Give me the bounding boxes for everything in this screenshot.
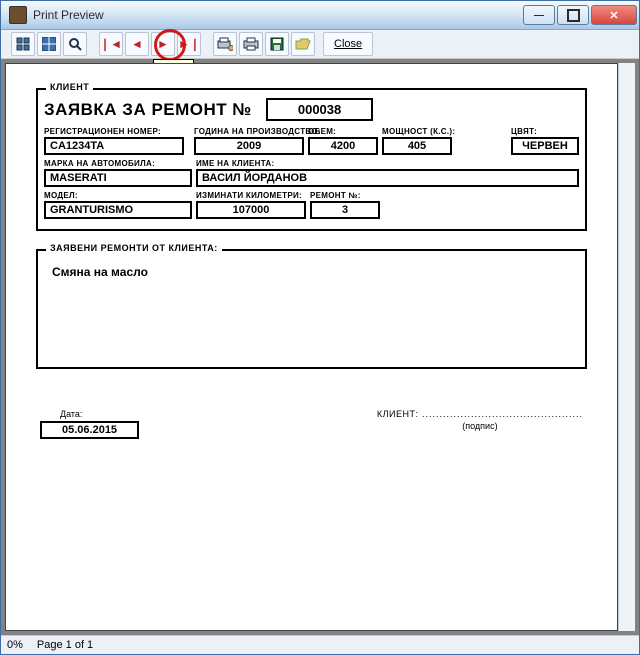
document-number: 000038 <box>266 98 373 121</box>
value-km: 107000 <box>196 201 306 219</box>
prev-page-button[interactable]: ◄ <box>125 32 149 56</box>
window-close-button[interactable] <box>591 5 637 25</box>
repairs-legend: ЗАЯВЕНИ РЕМОНТИ ОТ КЛИЕНТА: <box>46 243 222 253</box>
window-title: Print Preview <box>33 8 523 22</box>
label-owner: ИМЕ НА КЛИЕНТА: <box>196 159 579 168</box>
value-model: GRANTURISMO <box>44 201 192 219</box>
page-canvas[interactable]: КЛИЕНТ ЗАЯВКА ЗА РЕМОНТ № 000038 РЕГИСТР… <box>5 63 618 631</box>
value-make: MASERATI <box>44 169 192 187</box>
value-year: 2009 <box>194 137 304 155</box>
date-label: Дата: <box>60 409 82 419</box>
save-button[interactable] <box>265 32 289 56</box>
status-bar: 0% Page 1 of 1 <box>1 635 639 654</box>
label-reg: РЕГИСТРАЦИОНЕН НОМЕР: <box>44 127 184 136</box>
status-page: Page 1 of 1 <box>37 639 93 651</box>
status-progress: 0% <box>7 639 23 651</box>
repair-text: Смяна на масло <box>52 265 571 279</box>
document-title: ЗАЯВКА ЗА РЕМОНТ № <box>44 100 252 120</box>
value-owner: ВАСИЛ ЙОРДАНОВ <box>196 169 579 187</box>
signature-label: КЛИЕНТ: <box>377 409 419 419</box>
thumbnails-button[interactable] <box>11 32 35 56</box>
label-power: МОЩНОСТ (К.С.): <box>382 127 452 136</box>
label-repair-no: РЕМОНТ №: <box>310 191 380 200</box>
print-preview-window: Print Preview ❘◄ ◄ ► ►❘ <box>0 0 640 655</box>
value-volume: 4200 <box>308 137 378 155</box>
label-volume: ОБЕМ: <box>308 127 378 136</box>
value-power: 405 <box>382 137 452 155</box>
signature-line: ........................................… <box>418 409 583 419</box>
zoom-button[interactable] <box>63 32 87 56</box>
open-button[interactable] <box>291 32 315 56</box>
page-content: КЛИЕНТ ЗАЯВКА ЗА РЕМОНТ № 000038 РЕГИСТР… <box>6 64 617 459</box>
close-preview-button[interactable]: Close <box>323 32 373 56</box>
label-km: ИЗМИНАТИ КИЛОМЕТРИ: <box>196 191 306 200</box>
value-repair-no: 3 <box>310 201 380 219</box>
app-icon <box>9 6 27 24</box>
minimize-button[interactable] <box>523 5 555 25</box>
repairs-box: ЗАЯВЕНИ РЕМОНТИ ОТ КЛИЕНТА: Смяна на мас… <box>36 249 587 369</box>
value-reg: CA1234TA <box>44 137 184 155</box>
toolbar: ❘◄ ◄ ► ►❘ Close Print <box>1 30 639 59</box>
title-bar: Print Preview <box>1 1 639 30</box>
close-button-label: Close <box>334 38 362 50</box>
value-color: ЧЕРВЕН <box>511 137 579 155</box>
multipage-button[interactable] <box>37 32 61 56</box>
print-setup-button[interactable] <box>213 32 237 56</box>
window-buttons <box>523 5 637 25</box>
client-legend: КЛИЕНТ <box>46 82 93 92</box>
label-year: ГОДИНА НА ПРОИЗВОДСТВО: <box>194 127 304 136</box>
label-color: ЦВЯТ: <box>511 127 579 136</box>
label-model: МОДЕЛ: <box>44 191 192 200</box>
first-page-button[interactable]: ❘◄ <box>99 32 123 56</box>
date-value: 05.06.2015 <box>40 421 139 439</box>
client-box: КЛИЕНТ ЗАЯВКА ЗА РЕМОНТ № 000038 РЕГИСТР… <box>36 88 587 231</box>
maximize-button[interactable] <box>557 5 589 25</box>
preview-area: КЛИЕНТ ЗАЯВКА ЗА РЕМОНТ № 000038 РЕГИСТР… <box>1 59 639 635</box>
footer-row: Дата: 05.06.2015 КЛИЕНТ: ...............… <box>36 409 587 439</box>
label-make: МАРКА НА АВТОМОБИЛА: <box>44 159 192 168</box>
next-page-button[interactable]: ► <box>151 32 175 56</box>
print-button[interactable] <box>239 32 263 56</box>
last-page-button[interactable]: ►❘ <box>177 32 201 56</box>
vertical-scrollbar[interactable] <box>618 63 635 631</box>
signature-sublabel: (подпис) <box>377 421 583 431</box>
